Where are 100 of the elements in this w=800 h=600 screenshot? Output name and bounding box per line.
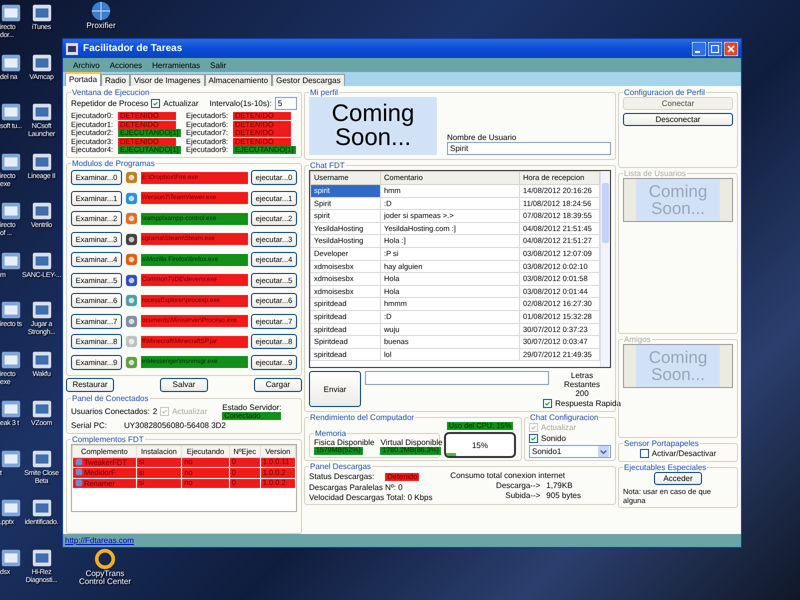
group-title: Memoria <box>314 429 348 438</box>
group-title: Panel Descargas <box>309 462 372 471</box>
shortcut-icon[interactable] <box>0 101 22 123</box>
remaining-count: 200 <box>575 389 589 398</box>
action-button[interactable]: Restaurar <box>66 378 114 392</box>
group-title: Ventana de Ejecucion <box>71 88 150 97</box>
checkbox-label: Actualizar <box>541 423 576 432</box>
coming-soon-text: Coming Soon... <box>636 179 720 221</box>
program-icon <box>125 171 138 184</box>
coming-soon-text: Coming Soon... <box>636 345 720 387</box>
group-title: Complementos FDT <box>71 434 145 444</box>
group-title: Configuracion de Perfil <box>623 88 706 97</box>
action-button[interactable]: Cargar <box>254 378 302 392</box>
group-title: Panel de Conectados <box>71 394 150 402</box>
group-title: Ejecutables Especiales <box>623 463 708 472</box>
icon-label: CopyTrans Control Center <box>78 570 132 586</box>
checkbox-label: Actualizar <box>172 406 208 416</box>
shortcut-icon[interactable] <box>0 200 22 222</box>
minimize-icon[interactable] <box>692 42 706 56</box>
shortcut-icon[interactable] <box>0 299 22 321</box>
shortcut-icon[interactable] <box>0 2 22 24</box>
label: Letras Restantes <box>562 371 602 389</box>
checkbox[interactable] <box>151 99 160 108</box>
menu-item[interactable]: Archivo <box>73 60 100 70</box>
group-title: Sensor Portapapeles <box>623 439 700 448</box>
label: Descargas Paralelas Nº: 0 <box>309 483 404 492</box>
serial-number: UY30828056080-56408 3D2 <box>124 420 226 430</box>
group-title: Lista de Usuarios <box>623 169 687 178</box>
menu-item[interactable]: Salir <box>210 60 226 70</box>
checkbox-label: Actualizar <box>163 99 199 108</box>
disconnect-button[interactable]: Desconectar <box>623 113 733 126</box>
group-title: Mi perfil <box>309 88 340 97</box>
coming-soon-text: Coming Soon... <box>309 97 437 155</box>
group-title: Modulos de Programas <box>71 158 156 168</box>
label: Descarga--> <box>495 481 540 490</box>
tab[interactable]: Radio <box>101 74 130 86</box>
label: Intervalo(1s-10s): <box>210 99 272 108</box>
checkbox-label: Sonido <box>541 434 566 443</box>
tab[interactable]: Portada <box>65 72 102 86</box>
tab[interactable]: Almacenamiento <box>204 74 272 86</box>
globe-icon[interactable] <box>90 0 112 22</box>
download-total: 1,79KB <box>546 481 573 490</box>
label: Fisica Disponible <box>314 438 374 447</box>
shortcut-icon[interactable] <box>30 101 52 123</box>
menu-item[interactable]: Herramientas <box>152 60 200 70</box>
user-count: 2 <box>152 406 158 416</box>
label: Status Descargas: <box>309 472 374 481</box>
label: Consumo total conexion internet <box>450 471 566 480</box>
checkbox[interactable] <box>529 434 538 443</box>
sound-dropdown[interactable]: Sonido1 <box>529 445 611 458</box>
program-icon <box>125 212 138 226</box>
icon-label: Proxifier <box>86 22 116 30</box>
shortcut-icon[interactable] <box>30 398 52 420</box>
shortcut-icon[interactable] <box>0 398 22 420</box>
group-title: Chat FDT <box>309 161 346 170</box>
checkbox[interactable] <box>640 449 649 458</box>
scrollbar[interactable] <box>600 171 610 367</box>
label: Nombre de Usuario <box>447 133 518 142</box>
interval-field[interactable]: 5 <box>274 97 297 110</box>
label: Virtual Disponible <box>380 438 443 447</box>
action-button[interactable]: Salvar <box>160 378 208 392</box>
window-title: Facilitador de Tareas <box>83 43 182 54</box>
checkbox-label: Activar/Desactivar <box>652 449 716 458</box>
checkbox[interactable] <box>543 399 552 408</box>
close-icon[interactable] <box>724 42 738 56</box>
shortcut-icon[interactable] <box>30 200 52 222</box>
shortcut-icon[interactable] <box>94 548 116 570</box>
website-link[interactable]: http://Fdtareas.com <box>65 536 134 545</box>
message-field[interactable] <box>365 371 549 385</box>
shortcut-icon[interactable] <box>30 299 52 321</box>
program-icon <box>125 232 138 246</box>
label: Repetidor de Proceso <box>71 99 148 108</box>
group-title: Amigos <box>623 335 652 344</box>
shortcut-icon[interactable] <box>30 497 52 519</box>
program-icon <box>125 314 138 328</box>
send-button[interactable]: Enviar <box>309 371 361 407</box>
maximize-icon[interactable] <box>708 42 722 56</box>
program-icon <box>125 253 138 266</box>
group-title: Chat Configuracion <box>529 413 600 422</box>
label: Serial PC: <box>71 420 108 430</box>
program-icon <box>125 335 138 348</box>
username-field[interactable]: Spirit <box>447 142 611 155</box>
access-button[interactable]: Acceder <box>654 472 702 485</box>
program-icon <box>125 294 138 308</box>
upload-total: 905 bytes <box>546 491 581 500</box>
menu-item[interactable]: Acciones <box>110 60 142 70</box>
tab[interactable]: Visor de Imagenes <box>130 74 204 86</box>
shortcut-icon[interactable] <box>0 497 22 519</box>
program-icon <box>125 274 138 287</box>
program-icon <box>125 356 138 369</box>
label: Velocidad Descargas Total: 0 Kbps <box>309 493 432 502</box>
shortcut-icon[interactable] <box>30 2 52 24</box>
label: Usuarios Conectados: <box>71 406 150 416</box>
tab[interactable]: Gestor Descargas <box>272 74 345 86</box>
group-title: Rendimiento del Computador <box>309 413 416 422</box>
program-icon <box>125 192 138 205</box>
app-icon <box>66 42 78 54</box>
label: Subida--> <box>504 491 540 500</box>
checkbox-label: Respuesta Rapida <box>555 399 621 408</box>
label: Estado Servidor: <box>222 402 282 412</box>
